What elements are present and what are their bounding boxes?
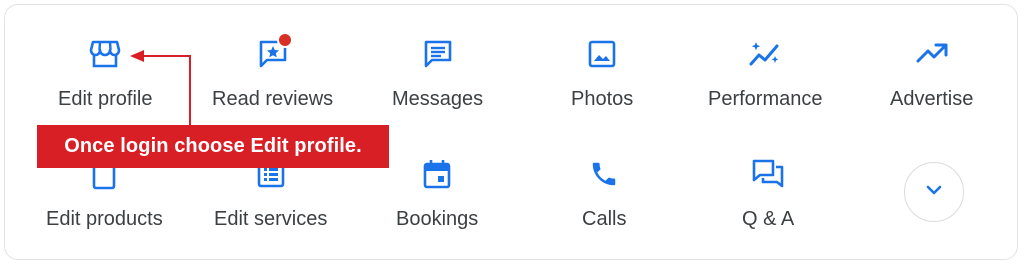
annotation-callout: Once login choose Edit profile.	[37, 125, 389, 168]
performance-label: Performance	[708, 88, 823, 110]
question-answer-icon	[750, 156, 786, 192]
edit-products-label: Edit products	[46, 208, 163, 230]
edit-services-label: Edit services	[214, 208, 328, 230]
bookings-label: Bookings	[396, 208, 479, 230]
qa-button[interactable]: Q & A	[742, 156, 794, 231]
calls-label: Calls	[582, 208, 627, 230]
messages-button[interactable]: Messages	[392, 36, 483, 111]
notification-badge	[276, 32, 293, 48]
phone-icon	[586, 156, 622, 192]
advertise-button[interactable]: Advertise	[890, 36, 973, 111]
read-reviews-label: Read reviews	[212, 88, 334, 110]
edit-profile-label: Edit profile	[58, 88, 153, 110]
trending-up-icon	[914, 36, 950, 72]
edit-profile-button[interactable]: Edit profile	[58, 36, 153, 111]
chat-icon	[420, 36, 456, 72]
image-icon	[584, 36, 620, 72]
chevron-down-icon	[925, 183, 943, 201]
qa-label: Q & A	[742, 208, 795, 230]
photos-button[interactable]: Photos	[571, 36, 633, 111]
read-reviews-button[interactable]: Read reviews	[212, 32, 334, 111]
store-icon	[87, 36, 123, 72]
expand-more-button[interactable]	[904, 162, 964, 222]
star-review-icon	[255, 32, 293, 72]
calls-button[interactable]: Calls	[582, 156, 626, 231]
bookings-button[interactable]: Bookings	[396, 156, 478, 231]
performance-button[interactable]: Performance	[708, 36, 823, 111]
sparkle-trend-icon	[747, 36, 783, 72]
photos-label: Photos	[571, 88, 634, 110]
calendar-icon	[419, 156, 455, 192]
advertise-label: Advertise	[890, 88, 974, 110]
messages-label: Messages	[392, 88, 484, 110]
